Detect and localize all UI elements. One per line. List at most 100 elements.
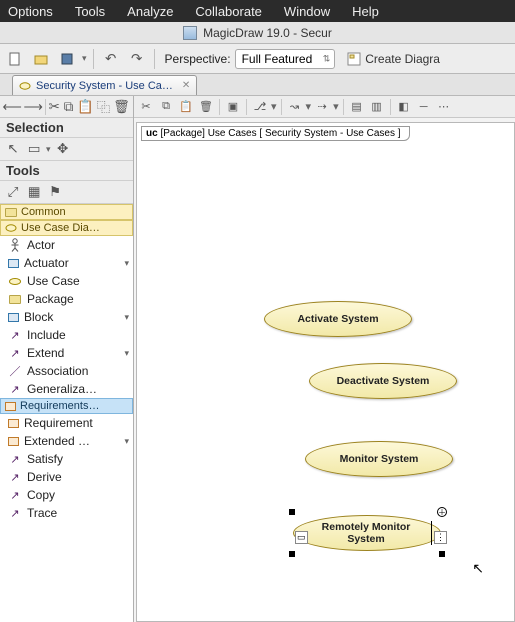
- resize-handle-se[interactable]: [439, 551, 445, 557]
- dropdown-caret-icon[interactable]: ▾: [333, 100, 339, 113]
- nav-back-button[interactable]: ⟵: [3, 98, 21, 116]
- menu-collaborate[interactable]: Collaborate: [195, 4, 262, 19]
- dropdown-caret-icon[interactable]: ▾: [82, 53, 87, 64]
- palette-item-extended[interactable]: Extended … ▾: [0, 432, 133, 450]
- palette-item-satisfy[interactable]: ↗ Satisfy: [0, 450, 133, 468]
- paste-button[interactable]: 📋: [77, 98, 94, 116]
- os-menubar: Options Tools Analyze Collaborate Window…: [0, 0, 515, 22]
- item-label: Include: [27, 328, 66, 342]
- usecase-deactivate-system[interactable]: Deactivate System: [309, 363, 457, 399]
- separator: [281, 99, 282, 115]
- resize-handle-nw[interactable]: [289, 509, 295, 515]
- diagram-icon: [347, 52, 361, 66]
- create-diagram-button[interactable]: Create Diagra: [347, 52, 440, 66]
- left-sidebar: ⟵ ⟶ ✂ ⧉ 📋 ⿻ 🗑 Selection ↖ ▭ ▾ ✥ Tools ⤢ …: [0, 96, 134, 622]
- palette-item-generalization[interactable]: ↗ Generaliza…: [0, 380, 133, 398]
- nav-toolbar: ⟵ ⟶ ✂ ⧉ 📋 ⿻ 🗑: [0, 96, 133, 118]
- item-label: Package: [27, 292, 74, 306]
- cut-button[interactable]: ✂: [49, 98, 60, 116]
- validate-button[interactable]: ⚑: [46, 183, 64, 201]
- chevron-down-icon: ▾: [124, 348, 129, 359]
- dropdown-caret-icon[interactable]: ▾: [271, 100, 277, 113]
- toolbar-separator: [154, 49, 155, 69]
- palette-item-extend[interactable]: ↗ Extend ▾: [0, 344, 133, 362]
- canvas-copy[interactable]: ⧉: [157, 98, 175, 116]
- canvas-line[interactable]: ─: [415, 98, 433, 116]
- pointer-tool[interactable]: ↖: [4, 140, 22, 158]
- canvas-tree[interactable]: ⎇: [251, 98, 269, 116]
- actuator-icon: [8, 259, 19, 268]
- palette-item-package[interactable]: Package: [0, 290, 133, 308]
- tab-security-system[interactable]: Security System - Use Ca… ✕: [12, 75, 197, 95]
- palette-item-derive[interactable]: ↗ Derive: [0, 468, 133, 486]
- canvas-dist[interactable]: ▥: [368, 98, 386, 116]
- separator: [219, 99, 220, 115]
- close-tab-icon[interactable]: ✕: [182, 80, 190, 91]
- palette-item-usecase[interactable]: Use Case: [0, 272, 133, 290]
- resize-handle-sw[interactable]: [289, 551, 295, 557]
- relation-handle-icon[interactable]: ＋: [437, 507, 447, 517]
- chevron-updown-icon: ⇅: [323, 53, 331, 64]
- usecase-label-editing[interactable]: Remotely Monitor System: [302, 521, 432, 545]
- save-button[interactable]: [56, 48, 78, 70]
- palette-item-include[interactable]: ↗ Include: [0, 326, 133, 344]
- tag-handle-icon[interactable]: ⋮: [434, 531, 447, 544]
- hand-tool[interactable]: ✥: [54, 140, 72, 158]
- undo-button[interactable]: ↶: [100, 48, 122, 70]
- layout-button[interactable]: ▦: [25, 183, 43, 201]
- marquee-tool[interactable]: ▭: [25, 140, 43, 158]
- open-button[interactable]: [30, 48, 52, 70]
- menu-tools[interactable]: Tools: [75, 4, 105, 19]
- delete-button[interactable]: 🗑: [113, 98, 130, 116]
- canvas-group[interactable]: ▣: [224, 98, 242, 116]
- dropdown-caret-icon[interactable]: ▾: [46, 144, 51, 155]
- palette-item-actuator[interactable]: Actuator ▾: [0, 254, 133, 272]
- tag-handle-icon[interactable]: ▭: [295, 531, 308, 544]
- palette-item-association[interactable]: ／ Association: [0, 362, 133, 380]
- extended-req-icon: [8, 437, 19, 446]
- usecase-remotely-monitor-system[interactable]: Remotely Monitor System: [293, 515, 441, 551]
- canvas-connector[interactable]: ↝: [286, 98, 304, 116]
- palette-group-common[interactable]: Common: [0, 204, 133, 220]
- tools-panel-title: Tools: [0, 161, 133, 181]
- perspective-select[interactable]: Full Featured ⇅: [235, 49, 336, 69]
- palette-item-trace[interactable]: ↗ Trace: [0, 504, 133, 522]
- canvas-misc[interactable]: ⋯: [435, 98, 453, 116]
- palette-item-requirement[interactable]: Requirement: [0, 414, 133, 432]
- palette: Common Use Case Dia… Actor Actuator ▾ Us…: [0, 204, 133, 622]
- canvas-delete[interactable]: 🗑: [197, 98, 215, 116]
- canvas-align[interactable]: ▤: [348, 98, 366, 116]
- usecase-monitor-system[interactable]: Monitor System: [305, 441, 453, 477]
- menu-analyze[interactable]: Analyze: [127, 4, 173, 19]
- palette-group-usecase[interactable]: Use Case Dia…: [0, 220, 133, 236]
- separator: [45, 99, 46, 115]
- nav-fwd-button[interactable]: ⟶: [24, 98, 42, 116]
- item-label: Extend: [27, 346, 64, 360]
- new-button[interactable]: [4, 48, 26, 70]
- palette-item-copy[interactable]: ↗ Copy: [0, 486, 133, 504]
- canvas-paste[interactable]: 📋: [177, 98, 195, 116]
- menu-help[interactable]: Help: [352, 4, 379, 19]
- main-toolbar: ▾ ↶ ↷ Perspective: Full Featured ⇅ Creat…: [0, 44, 515, 74]
- palette-group-requirements[interactable]: Requirements…: [0, 398, 133, 414]
- menu-options[interactable]: Options: [8, 4, 53, 19]
- canvas-cut[interactable]: ✂: [137, 98, 155, 116]
- palette-item-actor[interactable]: Actor: [0, 236, 133, 254]
- trace-icon: ↗: [8, 506, 22, 520]
- copy-button[interactable]: ⧉: [63, 98, 74, 116]
- clone-button[interactable]: ⿻: [97, 98, 110, 116]
- canvas-fill[interactable]: ◧: [395, 98, 413, 116]
- usecase-activate-system[interactable]: Activate System: [264, 301, 412, 337]
- usecase-diagram-icon: [5, 222, 17, 234]
- dropdown-caret-icon[interactable]: ▾: [306, 100, 312, 113]
- mouse-cursor-icon: ↖: [472, 560, 484, 577]
- redo-button[interactable]: ↷: [126, 48, 148, 70]
- diagram-canvas[interactable]: uc [Package] Use Cases [ Security System…: [136, 122, 515, 622]
- zoom-fit-button[interactable]: ⤢: [4, 183, 22, 201]
- canvas-area: ✂ ⧉ 📋 🗑 ▣ ⎇ ▾ ↝ ▾ ⇢ ▾ ▤ ▥ ◧ ─ ⋯ uc [Pac: [134, 96, 515, 622]
- item-label: Extended …: [24, 434, 90, 448]
- canvas-route[interactable]: ⇢: [313, 98, 331, 116]
- palette-item-block[interactable]: Block ▾: [0, 308, 133, 326]
- menu-window[interactable]: Window: [284, 4, 330, 19]
- satisfy-icon: ↗: [8, 452, 22, 466]
